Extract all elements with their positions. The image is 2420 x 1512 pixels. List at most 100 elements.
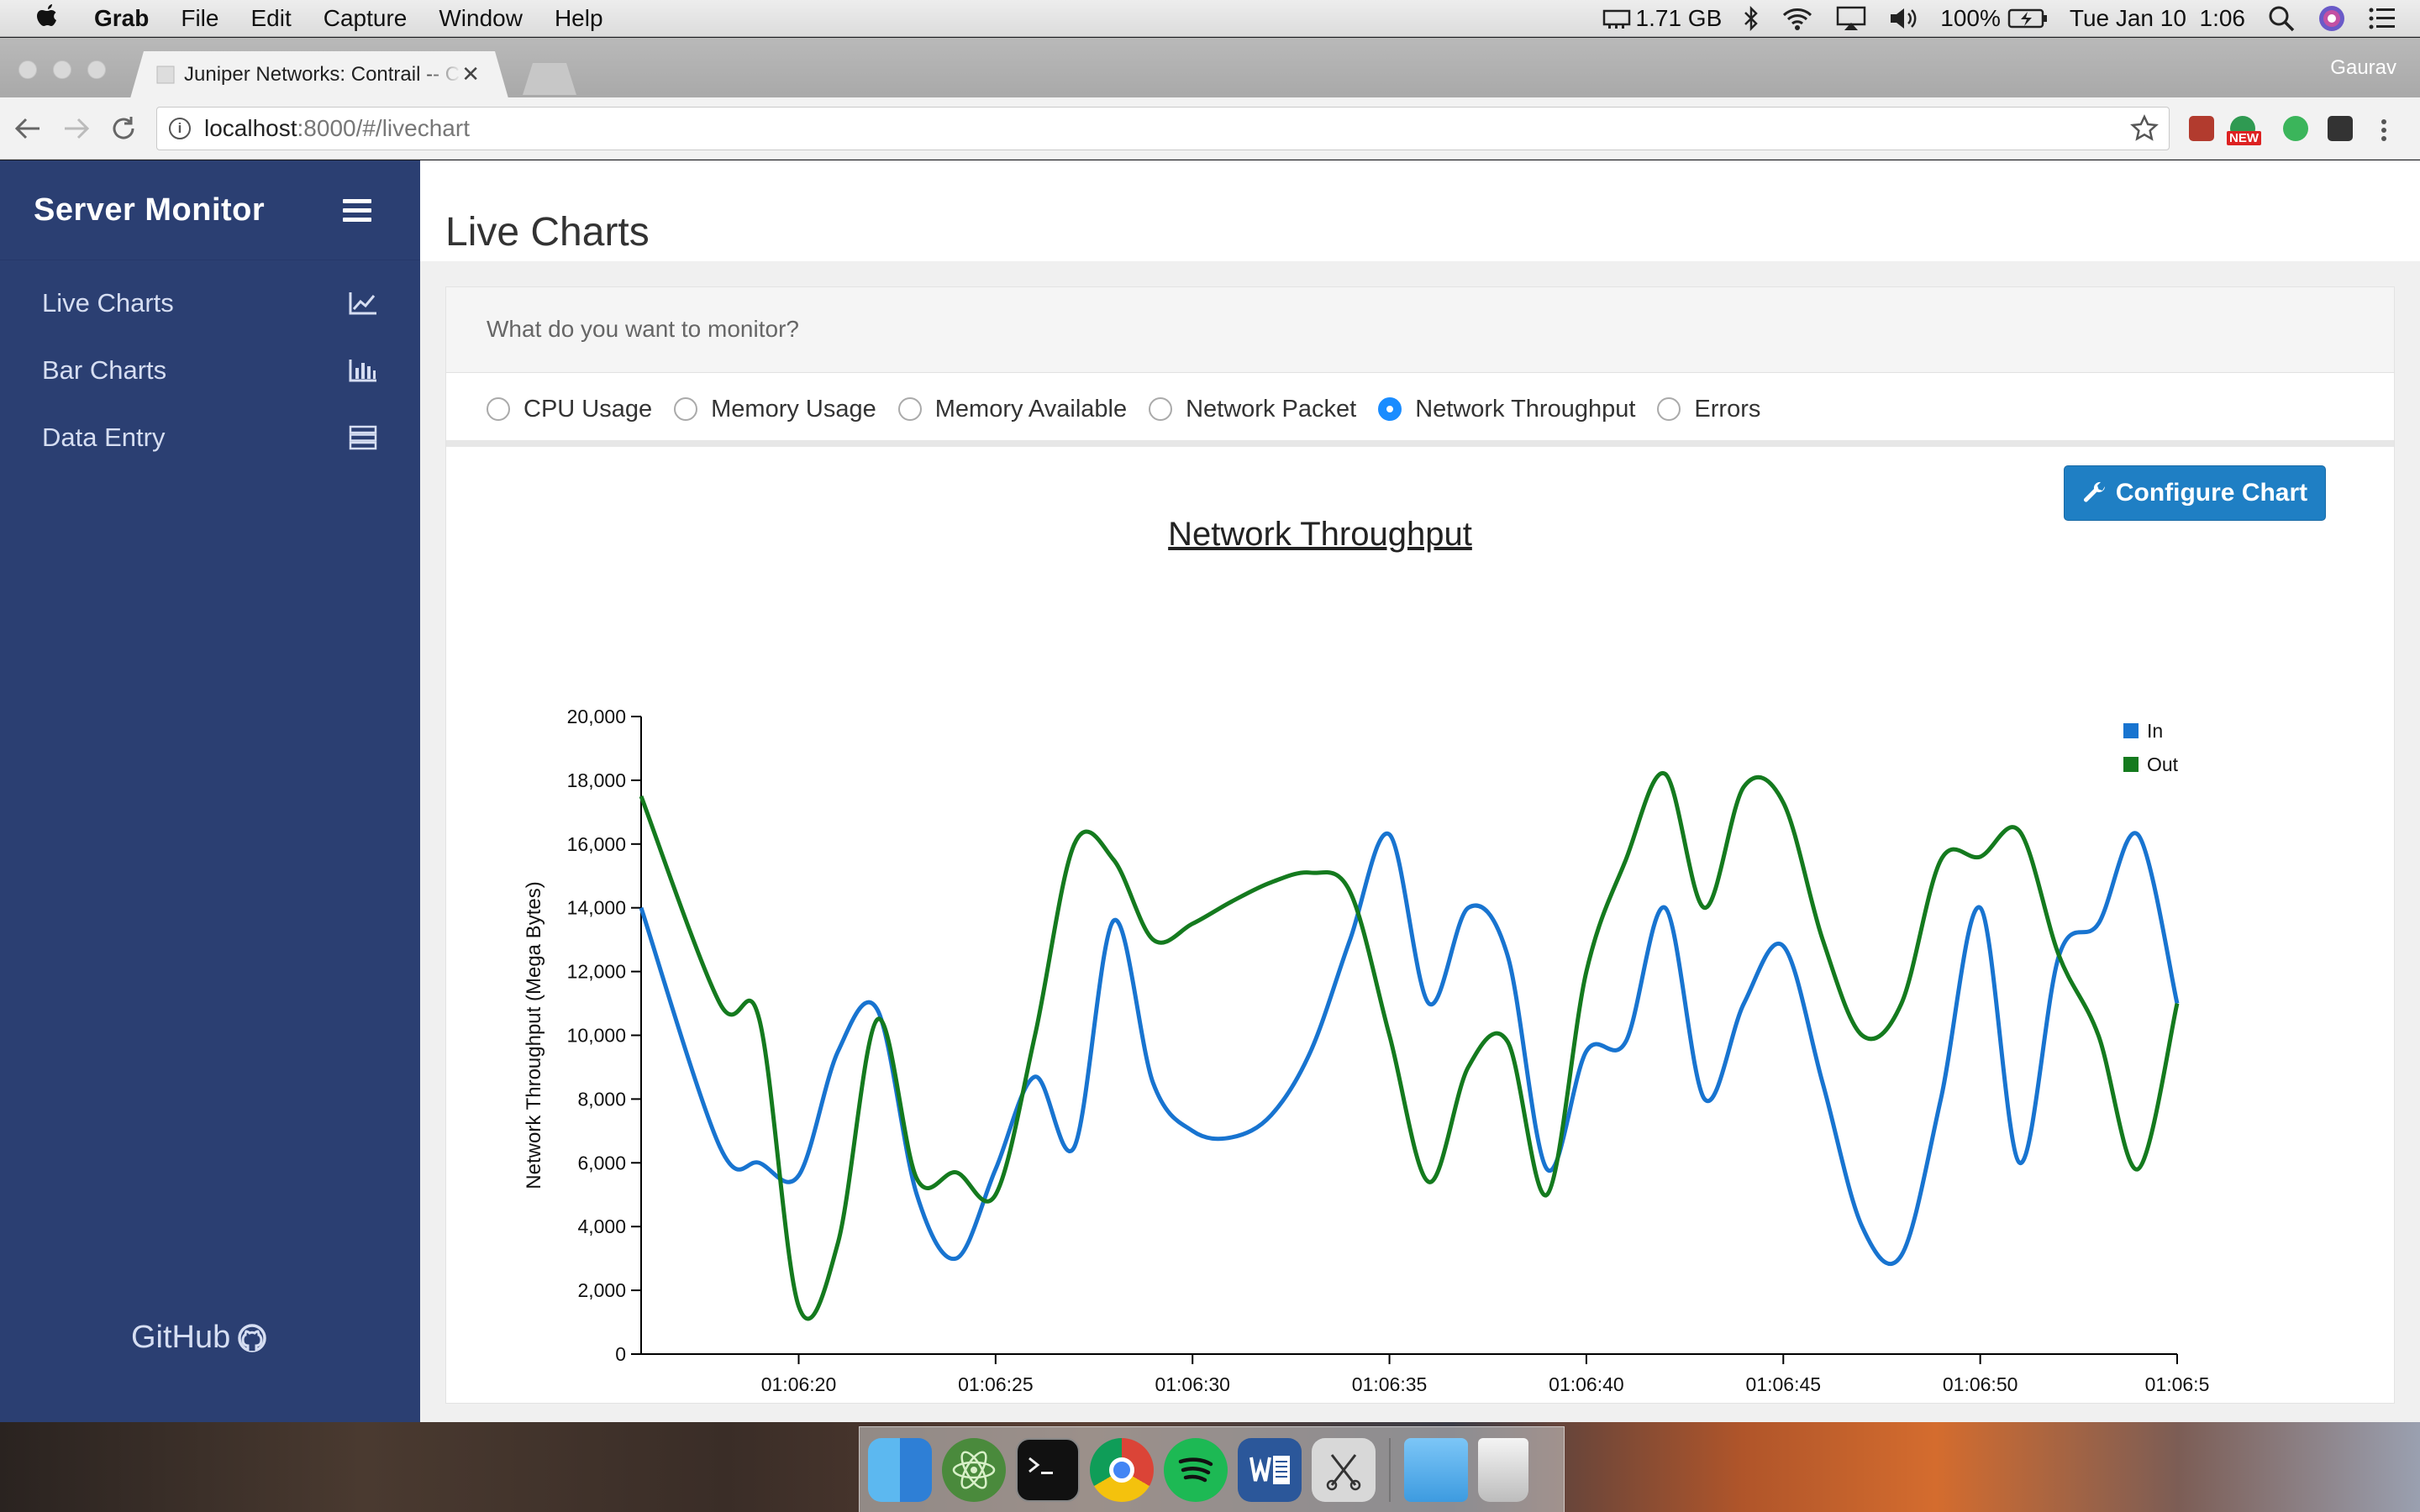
x-tick-label: 01:06:30 [1155, 1373, 1230, 1395]
y-tick-label: 16,000 [567, 833, 626, 855]
monitor-panel: What do you want to monitor? CPU Usage M… [445, 286, 2395, 1404]
menu-edit[interactable]: Edit [250, 5, 291, 32]
dock [859, 1426, 1565, 1512]
apple-icon[interactable] [34, 3, 60, 33]
trash-icon[interactable] [1478, 1437, 1528, 1502]
memory-readout: 1.71 GB [1635, 5, 1723, 31]
y-tick-label: 20,000 [567, 706, 626, 727]
app-viewport: Server Monitor Live Charts Bar Charts Da… [0, 160, 2420, 1422]
sidebar-item-label: Live Charts [42, 288, 174, 318]
page-favicon [155, 65, 176, 85]
y-tick-label: 12,000 [567, 961, 626, 983]
siri-icon[interactable] [2317, 4, 2346, 33]
throughput-chart: 0 2,000 4,000 6,000 8,000 10,000 12,000 14,000 1… [523, 706, 2210, 1404]
atom-icon[interactable] [942, 1437, 1006, 1502]
spotify-icon[interactable] [1164, 1437, 1228, 1502]
chart-lines [639, 771, 2180, 1321]
url-path: :8000/#/livechart [297, 115, 470, 141]
y-tick-label: 4,000 [577, 1215, 626, 1237]
brand-title[interactable]: Server Monitor [34, 192, 265, 228]
menu-help[interactable]: Help [555, 5, 603, 32]
back-arrow-icon [14, 118, 39, 139]
bookmark-star-icon[interactable] [2130, 114, 2159, 143]
x-tick-label: 01:06:25 [958, 1373, 1034, 1395]
tab-close-icon[interactable]: ✕ [461, 61, 480, 87]
x-tick-label: 01:06:40 [1549, 1373, 1624, 1395]
menu-window[interactable]: Window [439, 5, 523, 32]
legend-label-out: Out [2147, 753, 2179, 775]
github-label: GitHub [131, 1320, 231, 1355]
x-tick-label: 01:06:45 [1746, 1373, 1822, 1395]
folder-icon[interactable] [1404, 1437, 1468, 1502]
reload-button[interactable] [108, 113, 139, 144]
extension-grammarly-icon[interactable] [2283, 116, 2308, 141]
menu-capture[interactable]: Capture [324, 5, 408, 32]
finder-icon[interactable] [868, 1437, 932, 1502]
clock[interactable]: Tue Jan 10 1:06 [2070, 5, 2245, 32]
wifi-icon[interactable] [1781, 6, 1814, 31]
battery-percent: 100% [1940, 5, 2001, 31]
legend-swatch-out [2123, 757, 2139, 772]
hamburger-menu-icon[interactable] [343, 199, 371, 223]
chart-legend: In Out [2123, 720, 2179, 775]
forward-button[interactable] [60, 113, 92, 144]
y-axis-label: Network Throughput (Mega Bytes) [523, 881, 545, 1189]
bluetooth-icon[interactable] [1744, 6, 1759, 31]
sidebar: Server Monitor Live Charts Bar Charts Da… [0, 160, 420, 1422]
y-tick-label: 6,000 [577, 1152, 626, 1173]
chrome-icon[interactable] [1090, 1437, 1154, 1502]
legend-swatch-in [2123, 723, 2139, 738]
browser-toolbar: i localhost:8000/#/livechart NEW [0, 97, 2420, 160]
back-button[interactable] [12, 113, 44, 144]
x-tick-label: 01:06:20 [761, 1373, 837, 1395]
forward-arrow-icon [65, 118, 90, 139]
y-tick-label: 14,000 [567, 897, 626, 919]
new-tab-button[interactable] [523, 63, 576, 95]
github-link[interactable]: GitHub [131, 1320, 267, 1356]
window-close-button[interactable] [18, 60, 37, 79]
line-chart-icon [349, 292, 376, 315]
memory-icon[interactable] [1602, 8, 1631, 29]
page-header: Live Charts [420, 160, 2420, 261]
extension-bookmark-icon[interactable] [2189, 116, 2214, 141]
spotlight-icon[interactable] [2267, 4, 2296, 33]
menu-file[interactable]: File [181, 5, 218, 32]
site-info-icon[interactable]: i [169, 118, 191, 139]
legend-label-in: In [2147, 720, 2163, 742]
notification-center-icon[interactable] [2368, 6, 2396, 31]
sidebar-item-data-entry[interactable]: Data Entry [42, 412, 378, 463]
sidebar-item-label: Data Entry [42, 423, 166, 452]
y-tick-label: 18,000 [567, 769, 626, 791]
volume-icon[interactable] [1888, 6, 1918, 31]
dock-divider [1389, 1437, 1391, 1502]
airplay-icon[interactable] [1836, 6, 1866, 31]
github-icon [238, 1323, 267, 1352]
bar-chart-icon [349, 360, 376, 382]
screenshot-icon[interactable] [1312, 1437, 1376, 1502]
y-tick-label: 10,000 [567, 1025, 626, 1047]
url-host: localhost [204, 115, 297, 141]
browser-tab-active[interactable]: Juniper Networks: Contrail -- C ✕ [130, 51, 508, 98]
browser-menu-icon[interactable] [2378, 118, 2390, 143]
x-tick-label: 01:06:50 [1943, 1373, 2018, 1395]
y-tick-label: 0 [615, 1343, 626, 1365]
extension-terminal-icon[interactable] [2328, 116, 2353, 141]
sidebar-item-label: Bar Charts [42, 355, 167, 385]
browser-profile[interactable]: Gaurav [2330, 56, 2396, 80]
extension-new-icon[interactable]: NEW [2227, 116, 2261, 145]
battery-icon[interactable] [2007, 8, 2048, 29]
sidebar-item-live-charts[interactable]: Live Charts [42, 278, 378, 328]
extension-new-badge: NEW [2227, 131, 2261, 145]
x-tick-label: 01:06:35 [1352, 1373, 1428, 1395]
sidebar-item-bar-charts[interactable]: Bar Charts [42, 345, 378, 396]
terminal-icon[interactable] [1016, 1437, 1080, 1502]
word-icon[interactable] [1238, 1437, 1302, 1502]
x-tick-label: 01:06:5 [2145, 1373, 2210, 1395]
menu-app-name[interactable]: Grab [94, 5, 149, 32]
window-zoom-button[interactable] [87, 60, 106, 79]
window-minimize-button[interactable] [53, 60, 71, 79]
address-bar[interactable]: i localhost:8000/#/livechart [156, 107, 2170, 150]
tab-title: Juniper Networks: Contrail -- C [184, 63, 460, 86]
series-line-in [639, 831, 2180, 1267]
y-tick-label: 8,000 [577, 1088, 626, 1110]
